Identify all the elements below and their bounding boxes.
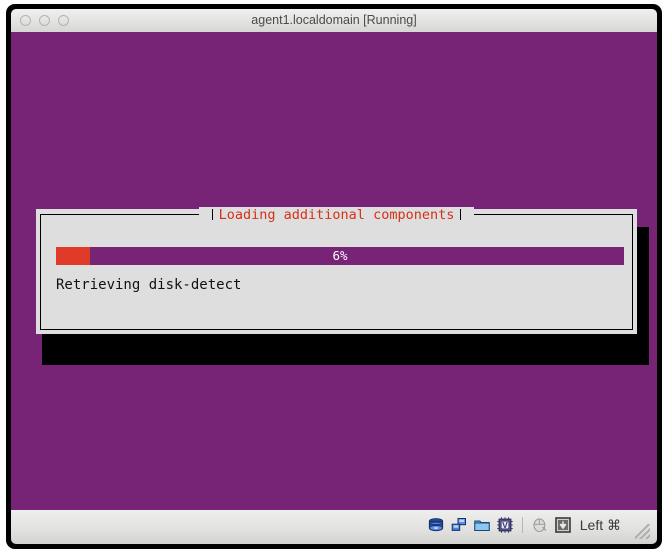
hard-disk-icon[interactable] — [427, 516, 445, 534]
statusbar-icon-group: V Left ⌘ — [427, 514, 621, 536]
dialog-inner-border — [40, 214, 633, 330]
shared-folders-icon[interactable] — [473, 516, 491, 534]
vm-statusbar: V Left ⌘ — [11, 510, 657, 544]
host-key-icon[interactable] — [554, 516, 572, 534]
mouse-icon[interactable] — [531, 516, 549, 534]
progress-bar: 6% — [56, 247, 624, 265]
progress-percent-label: 6% — [332, 248, 348, 263]
window-title: agent1.localdomain [Running] — [251, 13, 417, 27]
installer-dialog: Loading additional components 6% Retriev… — [36, 206, 637, 334]
svg-text:V: V — [502, 520, 508, 530]
virtual-machine-window: agent1.localdomain [Running] Loading add… — [6, 4, 662, 549]
statusbar-separator — [521, 517, 523, 533]
network-icon[interactable] — [450, 516, 468, 534]
cpu-chip-icon[interactable]: V — [496, 516, 514, 534]
window-resize-grip[interactable] — [635, 524, 650, 539]
guest-screen[interactable]: Loading additional components 6% Retriev… — [11, 32, 657, 510]
installer-status-text: Retrieving disk-detect — [56, 277, 242, 293]
window-titlebar[interactable]: agent1.localdomain [Running] — [11, 9, 657, 32]
host-key-label: Left ⌘ — [579, 517, 621, 533]
